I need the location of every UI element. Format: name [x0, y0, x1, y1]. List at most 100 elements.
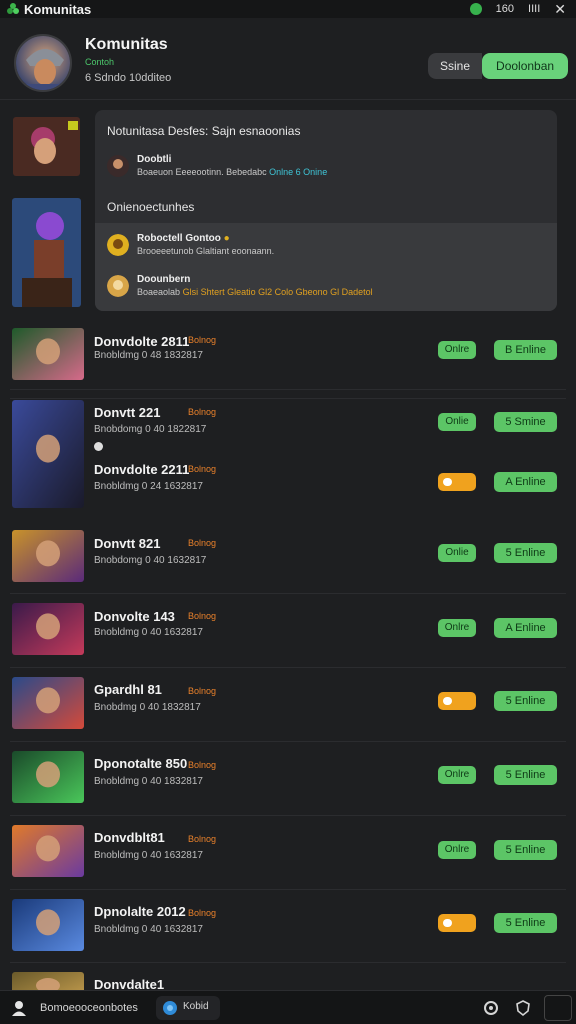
- member-tag: Bolnog: [188, 611, 217, 621]
- member-tag: Bolnog: [188, 538, 217, 548]
- item-detail: Boaeaolab: [137, 287, 181, 297]
- member-thumbnail[interactable]: [12, 677, 84, 729]
- member-name: Donvdolte 2211: [94, 462, 190, 477]
- member-thumbnail[interactable]: [12, 899, 84, 951]
- member-tag: Bolnog: [188, 464, 217, 474]
- list-item[interactable]: Doounbern Boaeaolab Glsi Shtert Gleatio …: [107, 274, 373, 297]
- row-divider: [10, 389, 566, 390]
- member-thumbnail[interactable]: [12, 751, 84, 803]
- status-dot-icon[interactable]: [469, 3, 482, 15]
- settings-icon[interactable]: [482, 999, 500, 1017]
- avatar: [107, 233, 129, 256]
- list-item[interactable]: Doobtli Boaeuon Eeeeootinn. Bebedabc Onl…: [107, 154, 327, 177]
- bottom-bar: Bomoeooceonbotes Kobid: [0, 990, 576, 1024]
- member-thumbnail[interactable]: [12, 328, 84, 380]
- item-detail-secondary: Bebedabc: [226, 167, 267, 177]
- status-toggle[interactable]: [438, 692, 476, 710]
- online-button[interactable]: A Enline: [494, 618, 557, 638]
- member-meta: Bnobldmg 0 40 1832817: [94, 776, 203, 787]
- title-bar: Komunitas 160 IIII ✕: [0, 0, 576, 18]
- avatar: [107, 274, 129, 297]
- member-thumbnail[interactable]: [12, 603, 84, 655]
- count-text: IIII: [528, 3, 541, 15]
- online-button[interactable]: B Enline: [494, 340, 557, 360]
- member-meta: Bnobldmg 0 24 1632817: [94, 481, 203, 492]
- section-heading: Onienoectunhes: [107, 200, 195, 214]
- member-name: Donvdolte 2811: [94, 334, 190, 349]
- member-tag: Bolnog: [188, 407, 217, 417]
- row-divider: [10, 593, 566, 594]
- member-name: Dpnolalte 2012: [94, 904, 186, 919]
- online-button[interactable]: 5 Enline: [494, 840, 557, 860]
- member-meta: Bnobdmg 0 40 1832817: [94, 702, 201, 713]
- status-badge[interactable]: Onlre: [438, 619, 476, 637]
- member-meta: Bnobdomg 0 40 1822817: [94, 424, 207, 435]
- toggle-knob-icon: [443, 919, 452, 927]
- status-badge[interactable]: Onlre: [438, 766, 476, 784]
- online-button[interactable]: 5 Smine: [494, 412, 557, 432]
- item-detail: Brooeeetunob Glaltiant eoonaann.: [137, 246, 275, 256]
- member-name: Dponotalte 850: [94, 756, 188, 771]
- row-divider: [10, 962, 566, 963]
- thumbnail-image[interactable]: [13, 117, 80, 176]
- community-header: Komunitas Contoh 6 Sdndo 10dditeo Ssine …: [0, 22, 576, 100]
- member-name: Donvtt 821: [94, 536, 161, 551]
- online-button[interactable]: A Enline: [494, 472, 557, 492]
- item-name: Doounbern: [137, 274, 191, 285]
- online-button[interactable]: 5 Enline: [494, 765, 557, 785]
- info-icon: [94, 442, 103, 451]
- online-button[interactable]: 5 Enline: [494, 543, 557, 563]
- member-meta: Bnobldmg 0 40 1632817: [94, 627, 203, 638]
- member-thumbnail[interactable]: [12, 825, 84, 877]
- status-toggle[interactable]: [438, 473, 476, 491]
- page-subtitle: Contoh: [85, 57, 115, 67]
- shield-icon[interactable]: [514, 999, 532, 1017]
- row-divider: [10, 667, 566, 668]
- thumbnail-image[interactable]: [12, 198, 81, 307]
- member-tag: Bolnog: [188, 760, 217, 770]
- member-thumbnail[interactable]: [12, 400, 84, 508]
- row-divider: [10, 741, 566, 742]
- status-badge[interactable]: Onlie: [438, 413, 476, 431]
- avatar: [107, 154, 129, 177]
- row-divider: [10, 815, 566, 816]
- member-count: 6 Sdndo 10dditeo: [85, 72, 172, 84]
- row-divider: [10, 889, 566, 890]
- member-tag: Bolnog: [188, 335, 217, 345]
- expand-button[interactable]: [544, 995, 572, 1021]
- status-toggle[interactable]: [438, 914, 476, 932]
- user-icon[interactable]: [10, 999, 28, 1017]
- status-badge[interactable]: Onlie: [438, 544, 476, 562]
- member-tag: Bolnog: [188, 834, 217, 844]
- member-name: Donvtt 221: [94, 405, 161, 420]
- member-meta: Bnobldmg 0 40 1632817: [94, 850, 203, 861]
- notifications-panel: Notunitasa Desfes: Sajn esnaoonias Doobt…: [95, 110, 557, 311]
- app-logo-icon: [7, 3, 19, 14]
- toggle-knob-icon: [443, 478, 452, 486]
- status-badge[interactable]: Onlre: [438, 341, 476, 359]
- member-meta: Bnobldmg 0 48 1832817: [94, 350, 203, 361]
- bottom-action-label: Kobid: [183, 1001, 209, 1012]
- close-icon[interactable]: ✕: [554, 1, 566, 18]
- list-item[interactable]: Roboctell Gontoo ● Brooeeetunob Glaltian…: [107, 233, 274, 256]
- member-tag: Bolnog: [188, 686, 217, 696]
- member-name: Donvolte 143: [94, 609, 175, 624]
- member-meta: Bnobdomg 0 40 1632817: [94, 555, 207, 566]
- status-text: 160: [495, 3, 515, 15]
- avatar[interactable]: [14, 34, 72, 92]
- panel-inner-list: Roboctell Gontoo ● Brooeeetunob Glaltian…: [95, 223, 557, 311]
- member-thumbnail[interactable]: [12, 530, 84, 582]
- bottom-action-button[interactable]: Kobid: [156, 996, 220, 1020]
- page-title: Komunitas: [85, 36, 168, 53]
- member-tag: Bolnog: [188, 908, 217, 918]
- online-button[interactable]: 5 Enline: [494, 913, 557, 933]
- online-button[interactable]: 5 Enline: [494, 691, 557, 711]
- member-name: Gpardhl 81: [94, 682, 162, 697]
- panel-title: Notunitasa Desfes: Sajn esnaoonias: [107, 124, 301, 138]
- item-name: Doobtli: [137, 154, 172, 165]
- toggle-inactive-button[interactable]: Ssine: [428, 53, 483, 79]
- toggle-active-button[interactable]: Doolonban: [482, 53, 569, 79]
- row-divider: [10, 398, 566, 399]
- bottom-text: Bomoeooceonbotes: [40, 1002, 138, 1014]
- status-badge[interactable]: Onlre: [438, 841, 476, 859]
